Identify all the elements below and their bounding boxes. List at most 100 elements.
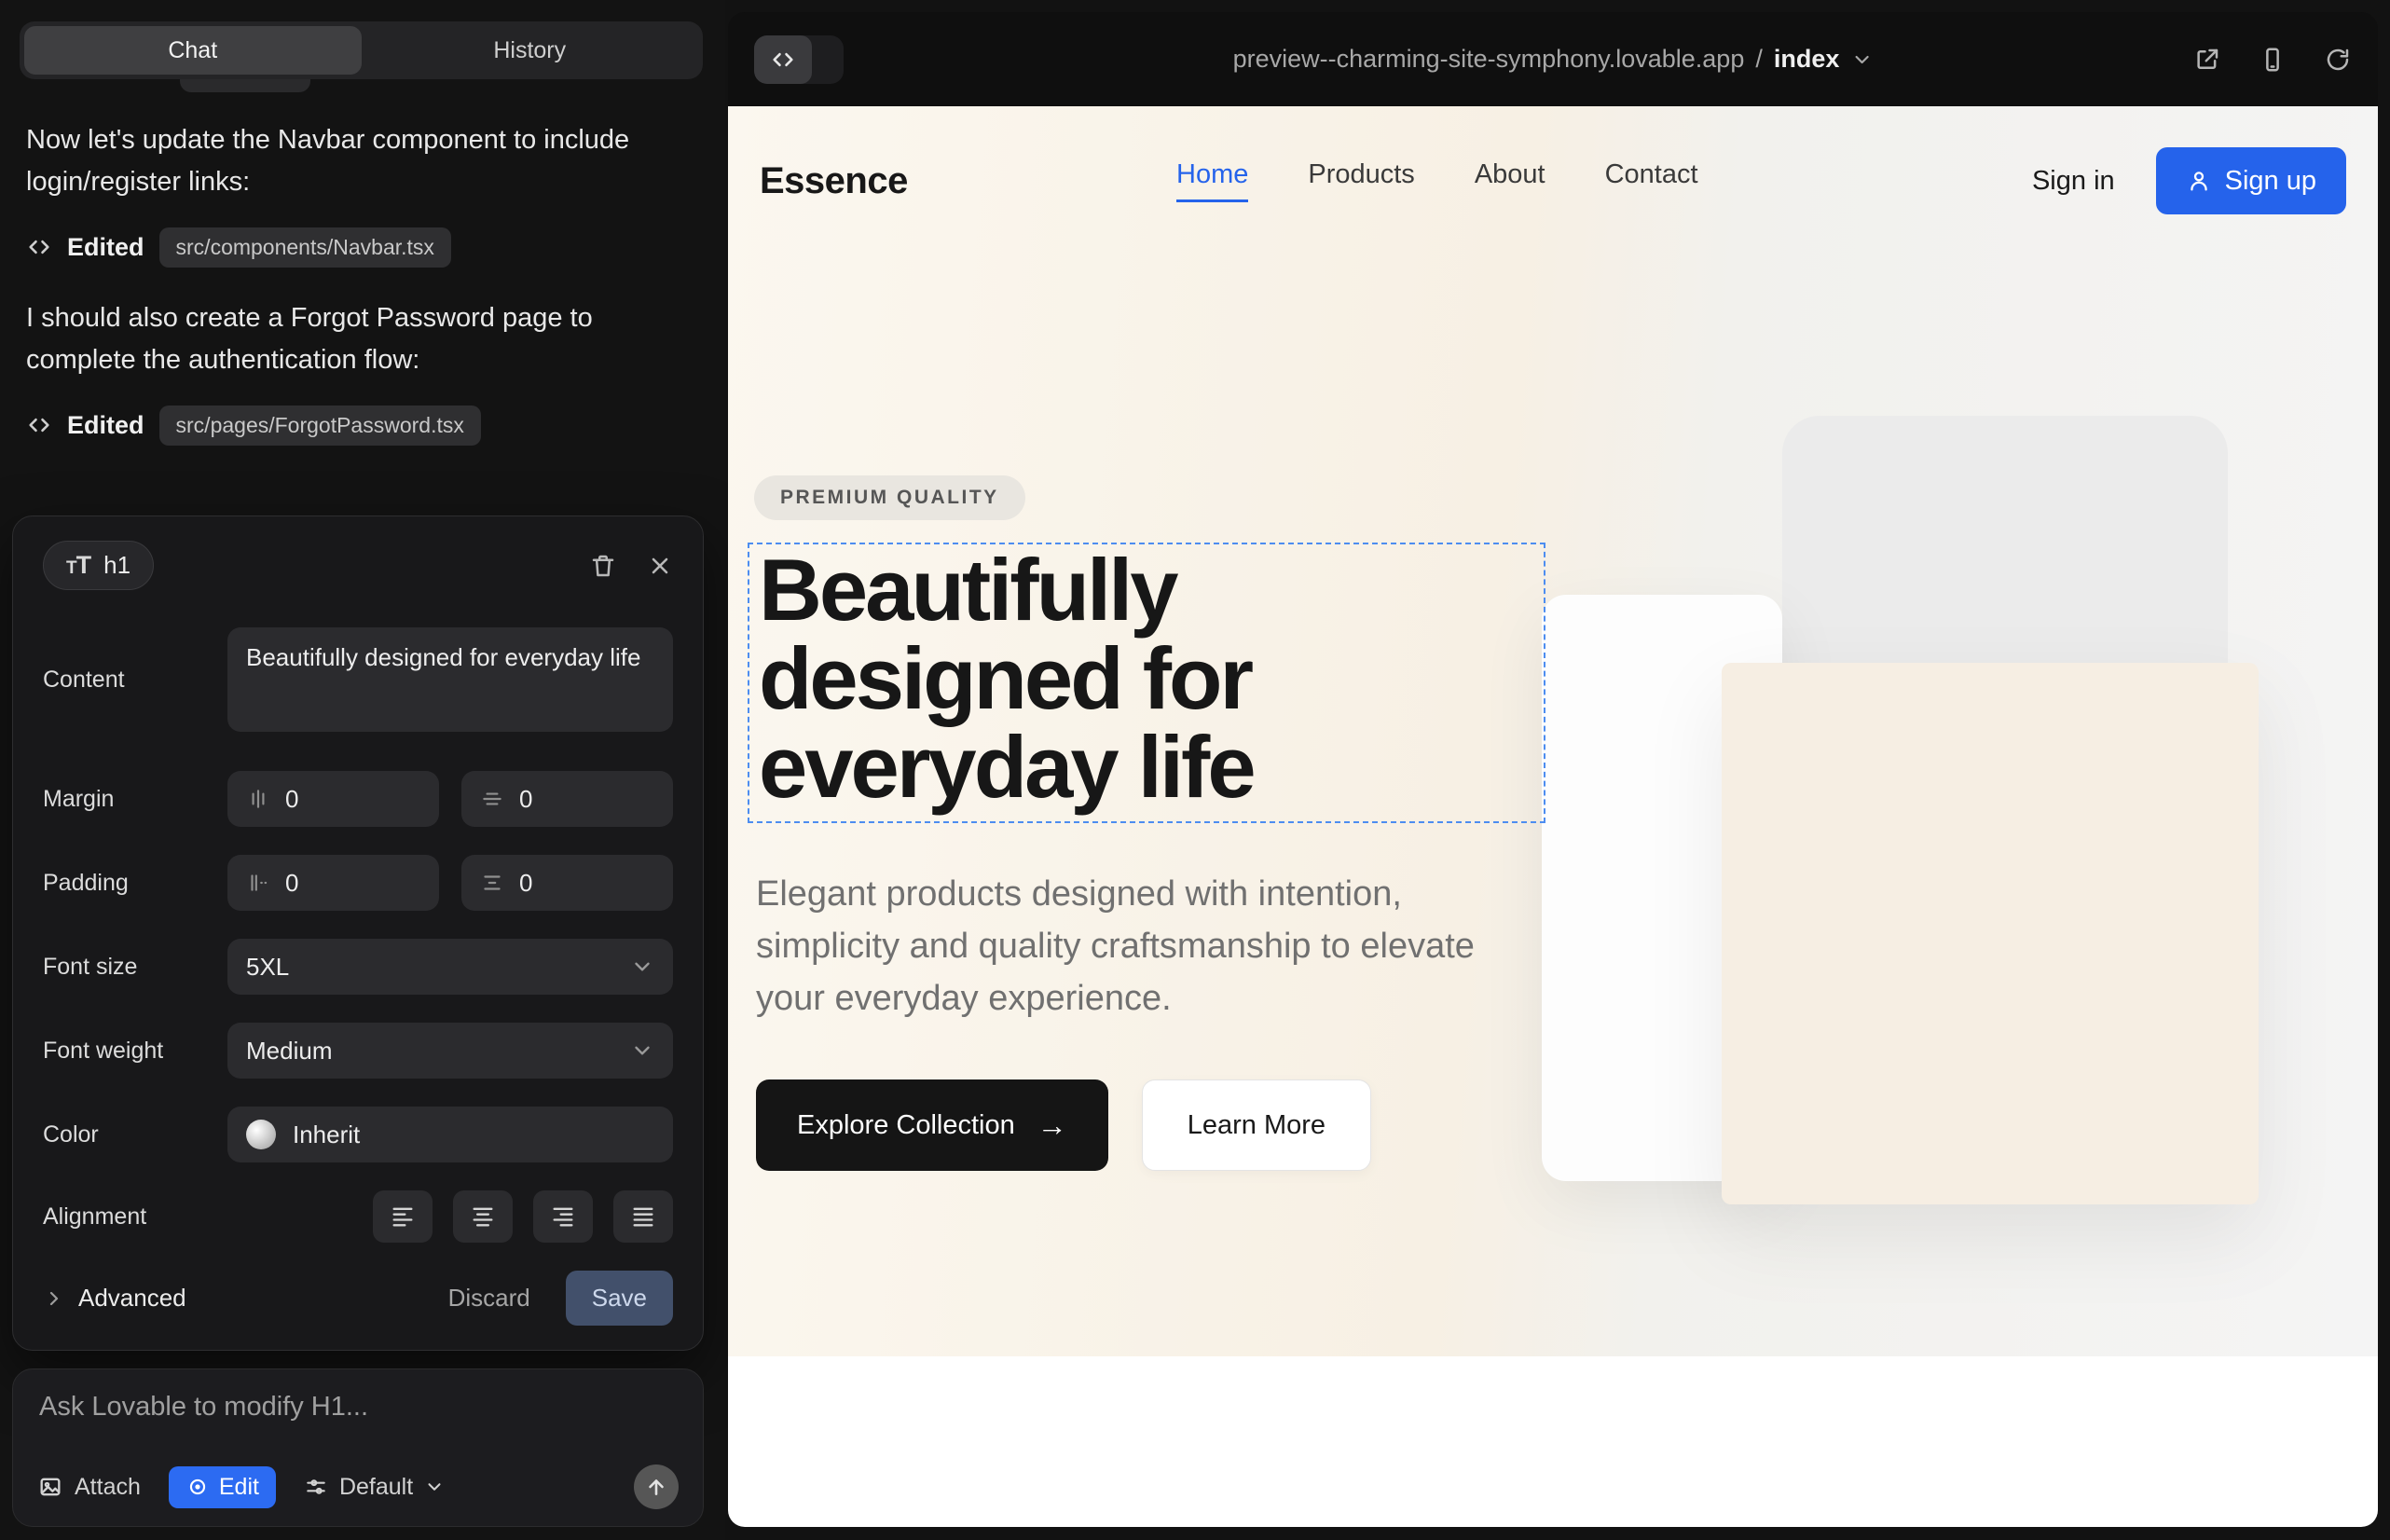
site-navbar: Essence Home Products About Contact Sign… (728, 106, 2378, 255)
align-center-icon (470, 1203, 496, 1230)
attach-image-icon (37, 1474, 63, 1500)
align-right-button[interactable] (533, 1190, 593, 1243)
padding-horizontal-input[interactable]: 0 (461, 855, 673, 911)
sign-up-button[interactable]: Sign up (2156, 147, 2346, 214)
refresh-button[interactable] (2324, 46, 2352, 74)
arrow-up-icon (644, 1475, 668, 1499)
align-left-button[interactable] (373, 1190, 433, 1243)
tab-chat[interactable]: Chat (24, 26, 362, 75)
discard-button[interactable]: Discard (448, 1284, 530, 1313)
color-select[interactable]: Inherit (227, 1107, 673, 1162)
learn-more-button[interactable]: Learn More (1142, 1079, 1371, 1171)
chat-message: Now let's update the Navbar component to… (26, 119, 694, 203)
chat-composer: Attach Edit Default (12, 1368, 704, 1527)
refresh-icon (2324, 46, 2352, 74)
preview-page: index (1774, 45, 1840, 74)
chevron-down-icon (1850, 48, 1873, 71)
hero-heading[interactable]: Beautifully designed for everyday life (749, 544, 1544, 814)
padding-label: Padding (43, 870, 227, 897)
site-nav-links: Home Products About Contact (1176, 159, 1698, 202)
send-button[interactable] (634, 1464, 679, 1509)
font-size-row: Font size 5XL (43, 939, 673, 995)
chevron-down-icon (630, 1038, 654, 1063)
chat-history-tabs: Chat History (20, 21, 703, 79)
model-default-dropdown[interactable]: Default (304, 1474, 445, 1501)
explore-collection-button[interactable]: Explore Collection → (756, 1079, 1108, 1171)
align-center-button[interactable] (453, 1190, 513, 1243)
margin-vertical-input[interactable]: 0 (227, 771, 439, 827)
code-icon (26, 234, 52, 260)
site-logo[interactable]: Essence (760, 160, 908, 202)
alignment-row: Alignment (43, 1190, 673, 1243)
save-button[interactable]: Save (566, 1271, 673, 1326)
edit-target-icon (185, 1475, 210, 1499)
sliders-icon (304, 1475, 328, 1499)
chat-message: I should also create a Forgot Password p… (26, 297, 694, 381)
device-preview-button[interactable] (2259, 46, 2287, 74)
file-chip-navbar[interactable]: src/components/Navbar.tsx (159, 227, 451, 268)
font-weight-label: Font weight (43, 1038, 227, 1065)
close-editor-button[interactable] (647, 553, 673, 579)
color-label: Color (43, 1121, 227, 1148)
composer-input[interactable] (39, 1392, 677, 1448)
hero-paragraph: Elegant products designed with intention… (756, 869, 1502, 1025)
alignment-label: Alignment (43, 1203, 227, 1231)
clipped-message-pill (180, 79, 310, 92)
font-size-select[interactable]: 5XL (227, 939, 673, 995)
preview-host: preview--charming-site-symphony.lovable.… (1233, 45, 1745, 74)
hero-section: Essence Home Products About Contact Sign… (728, 106, 2378, 1356)
selected-element-chip[interactable]: TT h1 (43, 541, 154, 590)
content-label: Content (43, 667, 227, 694)
premium-quality-badge: PREMIUM QUALITY (754, 475, 1025, 520)
nav-link-about[interactable]: About (1475, 159, 1545, 202)
chevron-down-icon (630, 955, 654, 979)
font-weight-select[interactable]: Medium (227, 1023, 673, 1079)
person-icon (2186, 168, 2212, 194)
color-swatch (246, 1120, 276, 1149)
nav-link-home[interactable]: Home (1176, 159, 1248, 202)
margin-vertical-icon (246, 787, 270, 811)
decorative-beige-card (1722, 663, 2259, 1204)
open-external-button[interactable] (2193, 46, 2221, 74)
edited-file-row: Edited src/components/Navbar.tsx (26, 227, 694, 268)
attach-button[interactable]: Attach (37, 1474, 141, 1501)
edited-label: Edited (67, 411, 144, 440)
sign-in-link[interactable]: Sign in (2032, 166, 2115, 197)
chevron-down-icon (424, 1477, 445, 1497)
padding-vertical-icon (246, 871, 270, 895)
align-left-icon (390, 1203, 416, 1230)
element-tag-label: h1 (103, 551, 130, 580)
margin-horizontal-input[interactable]: 0 (461, 771, 673, 827)
align-justify-icon (630, 1203, 656, 1230)
chevron-right-icon (43, 1287, 65, 1310)
external-link-icon (2193, 46, 2221, 74)
code-view-toggle[interactable] (754, 35, 844, 84)
content-input[interactable]: Beautifully designed for everyday life (227, 627, 673, 732)
delete-element-button[interactable] (589, 552, 617, 580)
file-chip-forgot-password[interactable]: src/pages/ForgotPassword.tsx (159, 406, 481, 446)
preview-window: preview--charming-site-symphony.lovable.… (728, 12, 2378, 1527)
edited-label: Edited (67, 233, 144, 262)
hero-cta-row: Explore Collection → Learn More (756, 1079, 1371, 1171)
margin-label: Margin (43, 786, 227, 813)
tab-history[interactable]: History (362, 26, 699, 75)
padding-horizontal-icon (480, 871, 504, 895)
element-editor-panel: TT h1 Content Beautifully designed for e… (12, 516, 704, 1351)
edit-mode-button[interactable]: Edit (169, 1466, 276, 1508)
content-row: Content Beautifully designed for everyda… (43, 627, 673, 732)
align-justify-button[interactable] (613, 1190, 673, 1243)
font-weight-row: Font weight Medium (43, 1023, 673, 1079)
align-right-icon (550, 1203, 576, 1230)
arrow-right-icon: → (1037, 1108, 1067, 1143)
nav-link-products[interactable]: Products (1308, 159, 1414, 202)
browser-chrome: preview--charming-site-symphony.lovable.… (728, 12, 2378, 106)
typography-icon: TT (66, 551, 90, 580)
padding-row: Padding 0 0 (43, 855, 673, 911)
site-canvas: Essence Home Products About Contact Sign… (728, 106, 2378, 1527)
nav-link-contact[interactable]: Contact (1605, 159, 1698, 202)
app-root: Chat History Now let's update the Navbar… (0, 0, 2390, 1540)
advanced-toggle[interactable]: Advanced (43, 1284, 186, 1313)
mobile-device-icon (2259, 46, 2287, 74)
address-bar[interactable]: preview--charming-site-symphony.lovable.… (1233, 45, 1874, 74)
padding-vertical-input[interactable]: 0 (227, 855, 439, 911)
